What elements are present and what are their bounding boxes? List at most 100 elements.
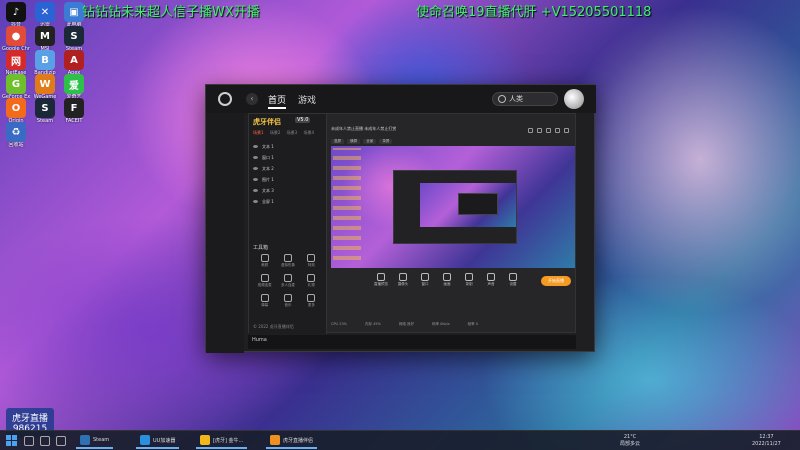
desktop-icon[interactable]: ♪ 抖音 — [2, 2, 30, 28]
control-button[interactable]: 画面 — [437, 273, 457, 287]
avatar[interactable] — [564, 89, 584, 109]
app-icon: ♪ — [6, 2, 26, 22]
desktop-icon[interactable]: ●Google Chrome — [2, 26, 30, 52]
scene-tab[interactable]: 场景3 — [287, 130, 298, 136]
camera-icon[interactable] — [537, 128, 542, 133]
tool-button[interactable]: 虚拟形象 — [276, 254, 299, 268]
settings-icon[interactable] — [546, 128, 551, 133]
preview-tab[interactable]: 横屏 — [347, 139, 361, 144]
app-icon: ✕ — [35, 2, 55, 22]
tab-home[interactable]: 首页 — [268, 93, 287, 109]
system-clock[interactable]: 12:37 2022/11/27 — [752, 434, 781, 448]
status-bar: CPU 23% 内存 45% 网络 良好 码率 0kb/s 帧率 0 — [331, 319, 575, 329]
scene-item[interactable]: 文本 2 — [253, 163, 323, 174]
desktop-icon[interactable]: ♻ 回收站 — [2, 122, 30, 148]
control-button[interactable]: 设置 — [503, 273, 523, 287]
desktop-icon[interactable]: ✕ 迅雷 — [31, 2, 59, 28]
desktop-icon[interactable]: W WeGame — [31, 74, 59, 100]
eye-icon[interactable] — [253, 178, 258, 181]
taskbar-app[interactable]: UU加速器 — [136, 433, 180, 449]
scene-tab[interactable]: 场景1 — [253, 130, 264, 136]
preview-tab[interactable]: 竖屏 — [331, 139, 344, 144]
desktop-icon[interactable]: F FACEIT — [60, 98, 88, 124]
control-button[interactable]: 直播预览 — [371, 273, 391, 287]
control-button[interactable]: 摄像头 — [393, 273, 413, 287]
layout-icon[interactable] — [528, 128, 533, 133]
app-icon: O — [6, 98, 26, 118]
desktop-icon-label: Steam — [36, 118, 54, 124]
desktop-icon[interactable]: O Origin — [2, 98, 30, 124]
desktop-icon[interactable]: S Steam — [31, 98, 59, 124]
app-icon: M — [35, 26, 55, 46]
search-icon — [498, 95, 506, 103]
desktop-icon[interactable]: 爱爱奇艺 — [60, 74, 88, 100]
scene-item[interactable]: 图片 1 — [253, 174, 323, 185]
eye-icon[interactable] — [253, 145, 258, 148]
tool-button[interactable]: 弹幕 — [253, 294, 276, 308]
clock-date: 2022/11/27 — [752, 441, 781, 447]
control-button[interactable]: 录制 — [459, 273, 479, 287]
taskbar: 21°C 局部多云 12:37 2022/11/27 Steam UU加速器 [虎牙… — [0, 430, 800, 450]
share-icon[interactable] — [564, 128, 569, 133]
task-view-icon[interactable] — [40, 436, 50, 446]
eye-icon[interactable] — [253, 167, 258, 170]
tab-games[interactable]: 游戏 — [298, 93, 316, 106]
taskbar-app[interactable]: [虎牙] 金牛... — [196, 433, 248, 449]
preview-title: 未成年人禁止直播 未成年人禁止打赏 — [331, 126, 397, 131]
tool-button[interactable]: 音乐 — [276, 294, 299, 308]
preview-desktop-icons — [333, 148, 361, 266]
thumbnail-strip: Huma — [248, 335, 576, 349]
taskbar-app-icon — [200, 435, 210, 445]
eye-icon[interactable] — [253, 156, 258, 159]
tool-button[interactable]: 视频连麦 — [253, 274, 276, 288]
tool-button[interactable]: 礼物 — [300, 274, 323, 288]
control-label: 摄像头 — [397, 282, 409, 286]
tool-button[interactable]: 美颜 — [253, 254, 276, 268]
scene-tabs: 场景1 场景2 场景3 场景4 — [253, 130, 323, 138]
search-input[interactable]: 人类 — [492, 92, 558, 106]
desktop-icon[interactable]: A Apex — [60, 50, 88, 76]
scene-label: 文本 2 — [262, 165, 274, 171]
app-icon: W — [35, 74, 55, 94]
desktop-icon[interactable]: B Bandizip — [31, 50, 59, 76]
search-icon[interactable] — [24, 436, 34, 446]
tool-icon — [260, 254, 269, 262]
scene-item[interactable]: 文本 1 — [253, 141, 323, 152]
stream-controls: 开始直播 直播预览 摄像头 窗口 画面 录制 声音 设置 — [331, 271, 575, 299]
desktop-icon[interactable]: 网 NetEase — [2, 50, 30, 76]
stream-preview[interactable] — [331, 146, 575, 268]
file-explorer-icon[interactable] — [56, 436, 66, 446]
tool-button[interactable]: 特效 — [300, 254, 323, 268]
scene-tab[interactable]: 场景4 — [303, 130, 314, 136]
desktop-icon[interactable]: S Steam — [60, 26, 88, 52]
scene-item[interactable]: 文本 3 — [253, 185, 323, 196]
control-button[interactable]: 窗口 — [415, 273, 435, 287]
go-live-button[interactable]: 开始直播 — [541, 276, 571, 286]
windows-start-icon[interactable] — [6, 435, 17, 446]
preview-tab[interactable]: 全景 — [363, 139, 377, 144]
preview-tab[interactable]: 录屏 — [379, 139, 393, 144]
tool-icon — [307, 254, 316, 262]
desktop-icon[interactable]: GGeForce Experience — [2, 74, 30, 100]
taskbar-app[interactable]: Steam — [76, 433, 114, 449]
tool-button[interactable]: 更多 — [300, 294, 323, 308]
app-icon: S — [35, 98, 55, 118]
desktop-icon[interactable]: M MSI — [31, 26, 59, 52]
scene-item[interactable]: 窗口 1 — [253, 152, 323, 163]
eye-icon[interactable] — [253, 200, 258, 203]
tool-button[interactable]: 多人连麦 — [276, 274, 299, 288]
back-icon[interactable]: ‹ — [246, 93, 258, 105]
weather-widget[interactable]: 21°C 局部多云 — [620, 434, 640, 448]
app-icon: 爱 — [64, 74, 84, 94]
scene-tab[interactable]: 场景2 — [270, 130, 281, 136]
taskbar-app[interactable]: 虎牙直播伴侣 — [266, 433, 318, 449]
scene-item[interactable]: 全屏 1 — [253, 196, 323, 207]
taskbar-app-label: 虎牙直播伴侣 — [283, 437, 314, 444]
control-button[interactable]: 声音 — [481, 273, 501, 287]
eye-icon[interactable] — [253, 189, 258, 192]
status-item: 内存 45% — [365, 321, 381, 326]
studio-footer: © 2022 虎牙直播伴侣 — [253, 324, 294, 329]
notification-icon[interactable] — [555, 128, 560, 133]
app-icon: ● — [6, 26, 26, 46]
nested-preview — [420, 183, 516, 227]
